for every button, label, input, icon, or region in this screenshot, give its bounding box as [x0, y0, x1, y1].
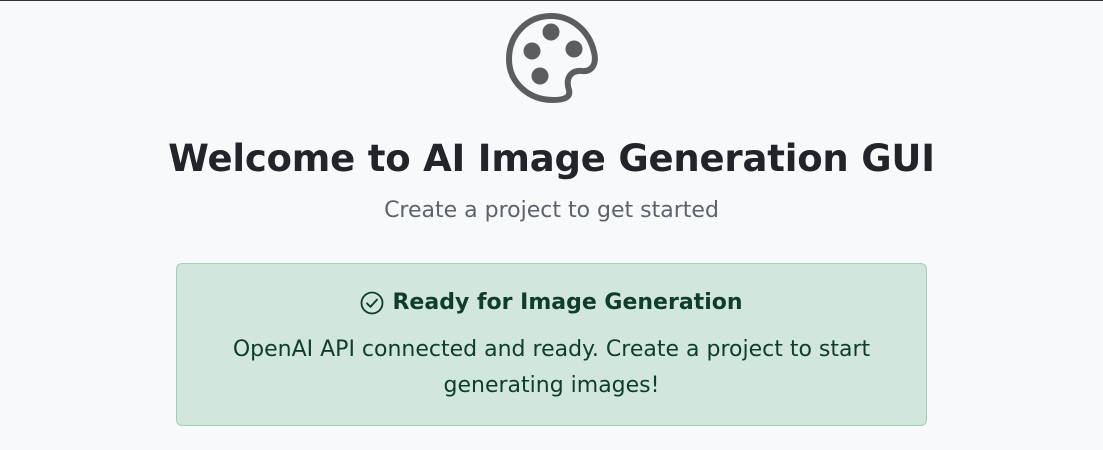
check-circle-icon	[361, 291, 384, 315]
status-alert: Ready for Image Generation OpenAI API co…	[176, 263, 927, 426]
page-subtitle: Create a project to get started	[384, 198, 719, 223]
alert-heading: Ready for Image Generation	[177, 288, 926, 318]
welcome-screen: Welcome to AI Image Generation GUI Creat…	[0, 1, 1103, 450]
alert-heading-text: Ready for Image Generation	[392, 290, 743, 315]
alert-message: OpenAI API connected and ready. Create a…	[232, 337, 871, 398]
palette-icon	[506, 13, 598, 103]
page-title: Welcome to AI Image Generation GUI	[168, 137, 935, 180]
